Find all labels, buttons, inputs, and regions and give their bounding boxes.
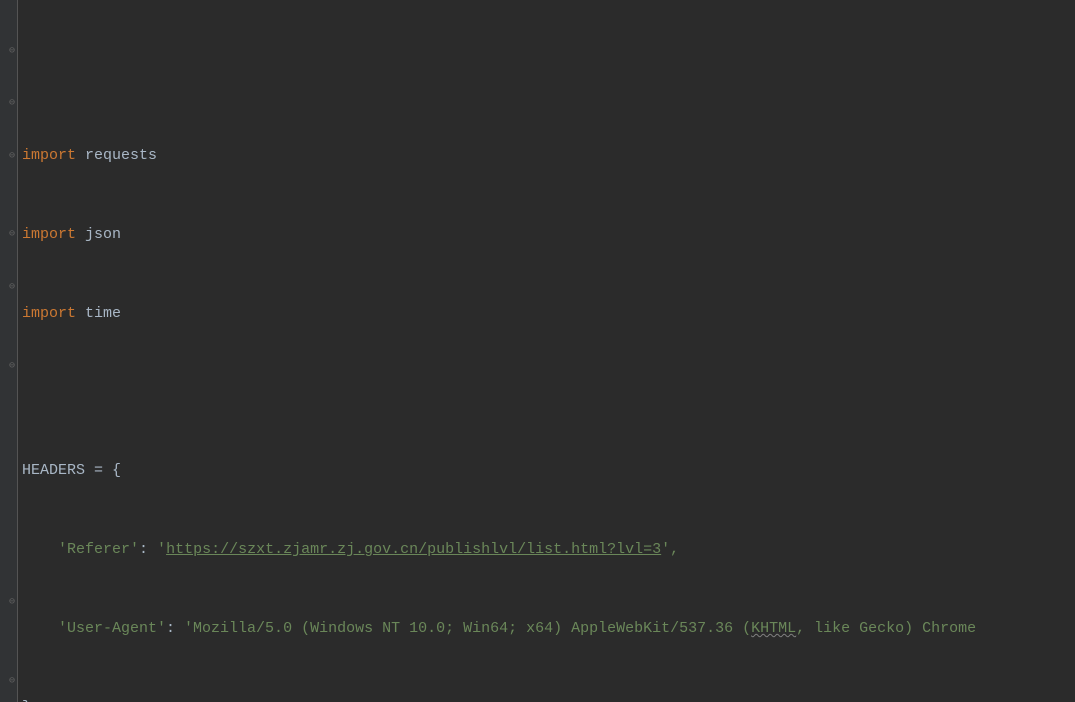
fold-icon[interactable]: ⊖ xyxy=(9,43,15,61)
code-line: import json xyxy=(22,222,1075,248)
fold-end-icon[interactable]: ⊖ xyxy=(9,594,15,612)
code-line xyxy=(22,65,1075,91)
gutter: ⊖ ⊖ ⊖ ⊖ ⊖ ⊖ ⊖ ⊖ xyxy=(0,0,18,702)
fold-end-icon[interactable]: ⊖ xyxy=(9,226,15,244)
fold-end-icon[interactable]: ⊖ xyxy=(9,673,15,691)
fold-icon[interactable]: ⊖ xyxy=(9,279,15,297)
code-line: import requests xyxy=(22,143,1075,169)
code-line: HEADERS = { xyxy=(22,458,1075,484)
code-area[interactable]: import requests import json import time … xyxy=(18,0,1075,702)
fold-icon[interactable]: ⊖ xyxy=(9,148,15,166)
code-line: import time xyxy=(22,301,1075,327)
code-line: } xyxy=(22,695,1075,702)
code-line: 'User-Agent': 'Mozilla/5.0 (Windows NT 1… xyxy=(22,616,1075,642)
fold-icon[interactable]: ⊖ xyxy=(9,358,15,376)
fold-end-icon[interactable]: ⊖ xyxy=(9,95,15,113)
code-line: 'Referer': 'https://szxt.zjamr.zj.gov.cn… xyxy=(22,537,1075,563)
code-line xyxy=(22,380,1075,406)
code-editor: ⊖ ⊖ ⊖ ⊖ ⊖ ⊖ ⊖ ⊖ import requests import j… xyxy=(0,0,1075,702)
